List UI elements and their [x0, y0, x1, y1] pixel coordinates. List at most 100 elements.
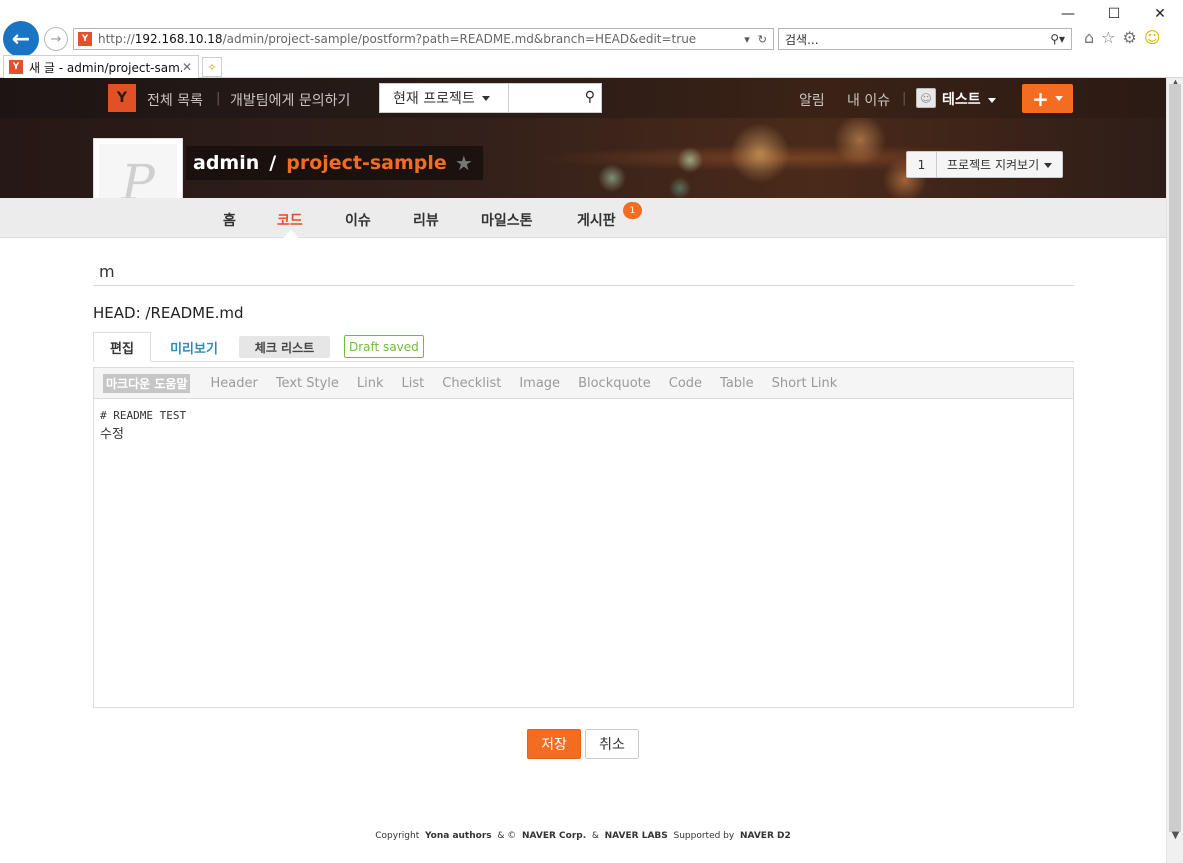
site-favicon: Y	[78, 32, 92, 46]
tab-close-icon[interactable]: ✕	[182, 60, 198, 74]
user-icon: ☺	[920, 91, 932, 105]
global-search-input[interactable]: ⚲	[509, 83, 602, 113]
content-line: # README TEST	[100, 409, 187, 422]
page: Y 전체 목록 | 개발팀에게 문의하기 현재 프로젝트 ⚲ 알림 내 이슈 |…	[0, 78, 1166, 863]
tab-milestones[interactable]: 마일스톤	[481, 210, 533, 230]
toolbar-header[interactable]: Header	[210, 376, 257, 391]
toolbar-link[interactable]: Link	[357, 376, 384, 391]
title-separator: /	[269, 152, 277, 174]
search-icon[interactable]: ⚲▾	[1050, 32, 1065, 46]
scroll-thumb[interactable]	[1169, 84, 1181, 832]
tab-home[interactable]: 홈	[223, 210, 236, 230]
cancel-button[interactable]: 취소	[585, 729, 639, 759]
toolbar-checklist[interactable]: Checklist	[442, 376, 501, 391]
star-icon[interactable]: ★	[455, 151, 473, 175]
home-icon[interactable]: ⌂	[1084, 28, 1094, 47]
save-button[interactable]: 저장	[527, 729, 581, 759]
content-textarea[interactable]: # README TEST 수정	[93, 399, 1074, 708]
watch-project-button[interactable]: 1 프로젝트 지켜보기	[906, 151, 1064, 178]
user-name: 테스트	[942, 92, 981, 108]
contact-link[interactable]: 개발팀에게 문의하기	[230, 90, 350, 110]
tab-board[interactable]: 게시판	[577, 210, 616, 230]
chevron-down-icon	[481, 95, 490, 101]
plus-icon: +	[1032, 86, 1049, 111]
browser-search-input[interactable]: 검색... ⚲▾	[778, 28, 1072, 50]
global-nav: Y 전체 목록 | 개발팀에게 문의하기 현재 프로젝트 ⚲ 알림 내 이슈 |…	[0, 78, 1166, 118]
footer-amp: &	[591, 831, 599, 841]
markdown-help-button[interactable]: 마크다운 도움말	[103, 373, 191, 393]
footer: Copyright Yona authors & © NAVER Corp. &…	[0, 831, 1166, 841]
address-url[interactable]: http://192.168.10.18/admin/project-sampl…	[98, 32, 744, 46]
footer-amp: & ©	[497, 831, 517, 841]
project-owner-link[interactable]: admin	[193, 152, 259, 174]
gnb-divider: |	[902, 91, 907, 106]
window-controls: — ☐ ✕	[1045, 0, 1183, 28]
toolbar-blockquote[interactable]: Blockquote	[578, 376, 651, 391]
tab-issues[interactable]: 이슈	[345, 210, 371, 230]
active-tab-pointer	[283, 230, 299, 238]
tab-favicon: Y	[9, 60, 23, 74]
scroll-down-icon[interactable]: ▼	[1167, 830, 1183, 841]
close-icon[interactable]: ✕	[1137, 0, 1183, 28]
gear-icon[interactable]: ⚙	[1123, 28, 1137, 47]
user-avatar[interactable]: ☺	[916, 88, 936, 108]
project-name-link[interactable]: project-sample	[286, 152, 447, 174]
smiley-icon[interactable]: ☺	[1144, 28, 1161, 47]
arrow-left-icon: ←	[11, 26, 31, 52]
toolbar-short-link[interactable]: Short Link	[772, 376, 838, 391]
tab-code[interactable]: 코드	[277, 210, 303, 230]
dropdown-icon[interactable]: ▾	[744, 33, 750, 46]
post-title-input[interactable]: m	[93, 256, 1074, 286]
all-list-link[interactable]: 전체 목록	[147, 90, 203, 110]
toolbar-code[interactable]: Code	[669, 376, 702, 391]
file-path: HEAD: /README.md	[93, 304, 244, 322]
my-issues-link[interactable]: 내 이슈	[847, 90, 890, 110]
new-tab-icon: ✧	[207, 60, 217, 74]
create-new-button[interactable]: +	[1022, 84, 1073, 113]
project-scope-label: 현재 프로젝트	[393, 91, 475, 107]
forward-button[interactable]: →	[44, 27, 68, 51]
user-menu[interactable]: 테스트	[942, 89, 996, 109]
footer-naver-d2: NAVER D2	[739, 831, 791, 841]
arrow-right-icon: →	[50, 31, 62, 47]
page-scrollbar[interactable]: ▲ ▼	[1166, 78, 1183, 863]
notifications-link[interactable]: 알림	[799, 90, 825, 110]
gnb-divider: |	[216, 91, 221, 106]
minimize-icon[interactable]: —	[1045, 0, 1091, 28]
tab-review[interactable]: 리뷰	[413, 210, 439, 230]
draft-status-badge: Draft saved	[344, 335, 424, 358]
footer-yona: Yona authors	[424, 831, 492, 841]
footer-copyright: Copyright	[375, 831, 420, 841]
project-scope-select[interactable]: 현재 프로젝트	[379, 83, 509, 113]
project-title: admin / project-sample ★	[186, 146, 483, 180]
maximize-icon[interactable]: ☐	[1091, 0, 1137, 28]
tab-checklist[interactable]: 체크 리스트	[239, 336, 330, 358]
star-icon[interactable]: ☆	[1101, 28, 1115, 47]
board-count-badge: 1	[623, 202, 642, 219]
chevron-down-icon	[1044, 163, 1053, 168]
chevron-down-icon	[987, 97, 996, 103]
search-icon[interactable]: ⚲	[585, 89, 595, 105]
refresh-icon[interactable]: ↻	[758, 33, 767, 46]
url-prefix: http://	[98, 32, 135, 46]
toolbar-text-style[interactable]: Text Style	[276, 376, 339, 391]
tab-preview[interactable]: 미리보기	[163, 332, 225, 362]
tab-edit[interactable]: 편집	[93, 332, 151, 362]
browser-chrome: — ☐ ✕ ← → Y http://192.168.10.18/admin/p…	[0, 0, 1183, 78]
footer-naver-labs: NAVER LABS	[604, 831, 668, 841]
toolbar-list[interactable]: List	[402, 376, 425, 391]
back-button[interactable]: ←	[3, 21, 39, 57]
watch-count: 1	[907, 152, 937, 177]
footer-supported: Supported by	[673, 831, 735, 841]
editor-tabs: 편집 미리보기 체크 리스트 Draft saved	[93, 332, 1074, 362]
new-tab-button[interactable]: ✧	[202, 57, 222, 77]
search-placeholder: 검색...	[785, 32, 819, 47]
tab-title: 새 글 - admin/project-sam...	[29, 60, 182, 75]
project-nav: 홈 코드 이슈 리뷰 마일스톤 게시판 1	[0, 198, 1166, 238]
toolbar-table[interactable]: Table	[720, 376, 754, 391]
address-bar[interactable]: Y http://192.168.10.18/admin/project-sam…	[73, 28, 774, 50]
toolbar-image[interactable]: Image	[519, 376, 560, 391]
browser-tab[interactable]: Y 새 글 - admin/project-sam... ✕	[3, 55, 199, 78]
content-line: 수정	[100, 427, 124, 442]
yona-logo[interactable]: Y	[108, 84, 136, 112]
